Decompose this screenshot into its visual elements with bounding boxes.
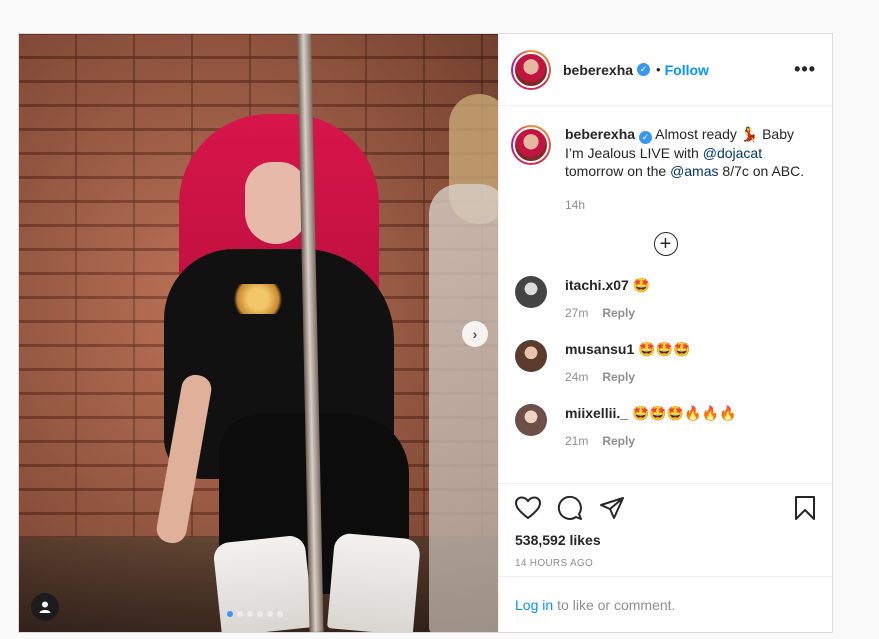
follow-button[interactable]: Follow [665,62,709,78]
background-dancer [429,184,498,632]
mention-link[interactable]: @dojacat [703,145,762,161]
carousel-dot [277,611,283,617]
person-icon [39,601,51,613]
carousel-dot [227,611,233,617]
user-tags-button[interactable] [31,593,59,621]
plus-icon: + [659,232,672,255]
comment: itachi.x07 🤩 27m Reply [499,275,832,320]
verified-icon: ✓ [639,130,653,144]
white-boot-left [212,534,314,632]
mention-link[interactable]: @amas [670,163,718,179]
carousel-dot [247,611,253,617]
caption: beberexha ✓ Almost ready 💃 Baby I’m Jealo… [499,107,832,214]
post-card: › beberexha ✓ • Follow ••• beberexha ✓ A… [18,33,833,633]
carousel-dot [237,611,243,617]
verified-icon: ✓ [637,63,651,76]
avatar[interactable] [511,49,551,90]
username-link[interactable]: beberexha [563,62,633,78]
login-prompt-text: to like or comment. [557,596,676,613]
carousel-next-button[interactable]: › [462,321,488,347]
reply-button[interactable]: Reply [602,306,635,320]
likes-count[interactable]: 538,592 likes [515,532,816,548]
performer-brooch [227,284,289,314]
post-sidebar: beberexha ✓ • Follow ••• beberexha ✓ Almo… [498,34,832,632]
avatar[interactable] [515,403,547,436]
more-options-icon[interactable]: ••• [794,59,816,80]
comment-time: 24m [565,369,589,384]
comment-username[interactable]: musansu1 [565,341,634,357]
comment-username[interactable]: itachi.x07 [565,277,629,293]
comment-time: 27m [565,305,589,320]
reply-button[interactable]: Reply [602,370,635,384]
comment-text: 🤩 [632,276,651,293]
heart-icon[interactable] [515,496,541,520]
white-boot-right [326,532,422,632]
caption-time: 14h [565,197,586,212]
load-more-comments-button[interactable]: + [653,231,678,256]
comment: miixellii._ 🤩🤩🤩🔥🔥🔥 21m Reply [499,403,832,448]
action-bar: 538,592 likes 14 HOURS AGO [499,483,832,569]
carousel-indicator [227,611,283,617]
comment-text: 🤩🤩🤩 [638,340,691,357]
login-link[interactable]: Log in [515,597,553,613]
comment-time: 21m [565,433,589,448]
bookmark-icon[interactable] [794,495,816,521]
comment-username[interactable]: miixellii._ [565,405,628,421]
separator-dot: • [656,62,661,77]
caption-username[interactable]: beberexha [565,126,635,142]
comment-text: 🤩🤩🤩🔥🔥🔥 [631,404,737,421]
carousel-dot [257,611,263,617]
post-timestamp[interactable]: 14 HOURS AGO [515,558,816,569]
post-header: beberexha ✓ • Follow ••• [499,34,832,106]
avatar[interactable] [515,275,547,308]
comment-icon[interactable] [557,495,583,521]
reply-button[interactable]: Reply [602,434,635,448]
comment: musansu1 🤩🤩🤩 24m Reply [499,339,832,384]
post-media[interactable]: › [19,34,498,632]
chevron-right-icon: › [472,326,478,342]
carousel-dot [267,611,273,617]
avatar[interactable] [515,339,547,372]
performer-face [245,162,307,244]
avatar[interactable] [511,125,551,165]
comments-section[interactable]: beberexha ✓ Almost ready 💃 Baby I’m Jealo… [499,107,832,483]
share-icon[interactable] [599,496,625,520]
login-prompt: Log in to like or comment. [499,576,832,632]
